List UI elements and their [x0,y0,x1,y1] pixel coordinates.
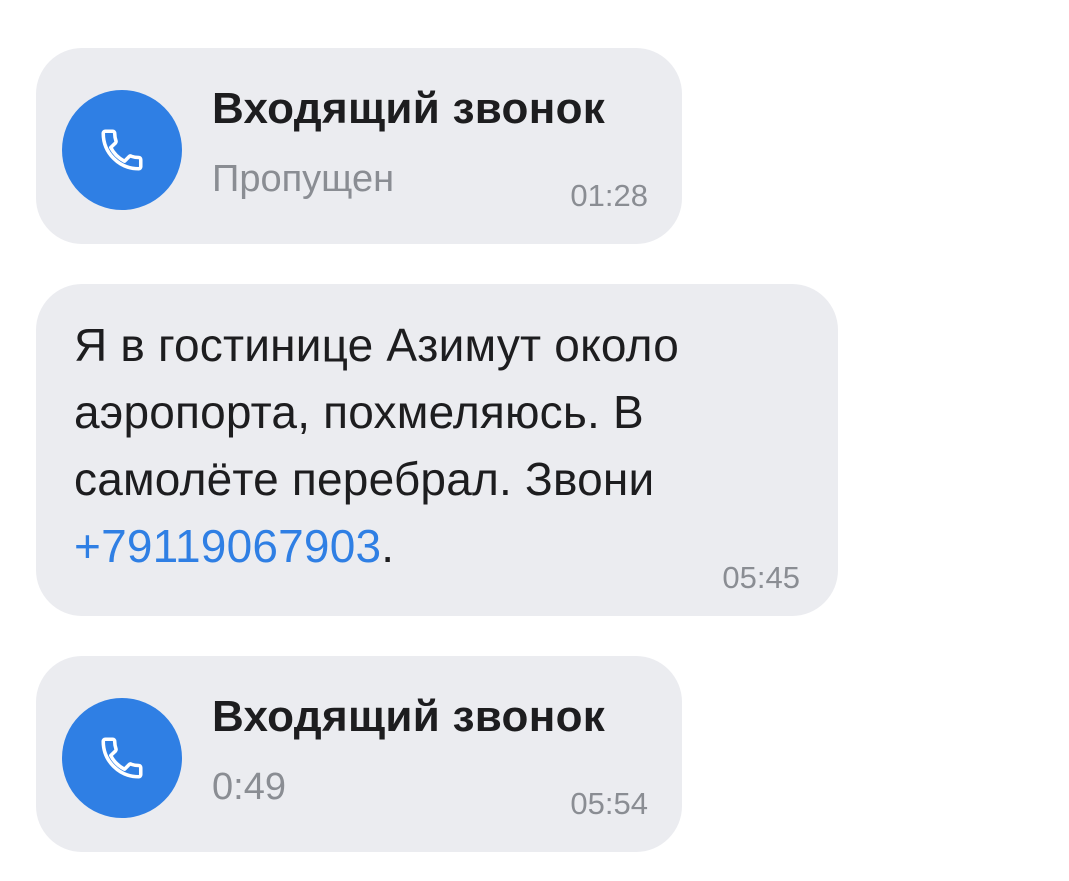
message-time: 01:28 [570,178,648,213]
phone-icon[interactable] [62,90,182,210]
phone-glyph [101,737,143,779]
message-period: . [381,520,395,572]
message-line: Я в гостинице Азимут около [74,319,680,371]
call-status: Пропущен [212,158,395,200]
call-message-missed[interactable]: Входящий звонок Пропущен 01:28 [36,48,682,244]
message-line-last: +79119067903. [74,513,794,580]
phone-glyph [101,129,143,171]
call-title: Входящий звонок [212,692,606,741]
message-body: Я в гостинице Азимут около аэропорта, по… [74,312,794,580]
phone-number-link[interactable]: +79119067903 [74,520,381,572]
message-time: 05:45 [722,560,800,595]
call-duration: 0:49 [212,766,286,808]
call-message-answered[interactable]: Входящий звонок 0:49 05:54 [36,656,682,852]
phone-icon[interactable] [62,698,182,818]
message-time: 05:54 [570,786,648,821]
message-line: самолёте перебрал. Звони [74,453,655,505]
call-title: Входящий звонок [212,84,606,133]
message-line: аэропорта, похмеляюсь. В [74,386,644,438]
text-message: Я в гостинице Азимут около аэропорта, по… [36,284,838,616]
